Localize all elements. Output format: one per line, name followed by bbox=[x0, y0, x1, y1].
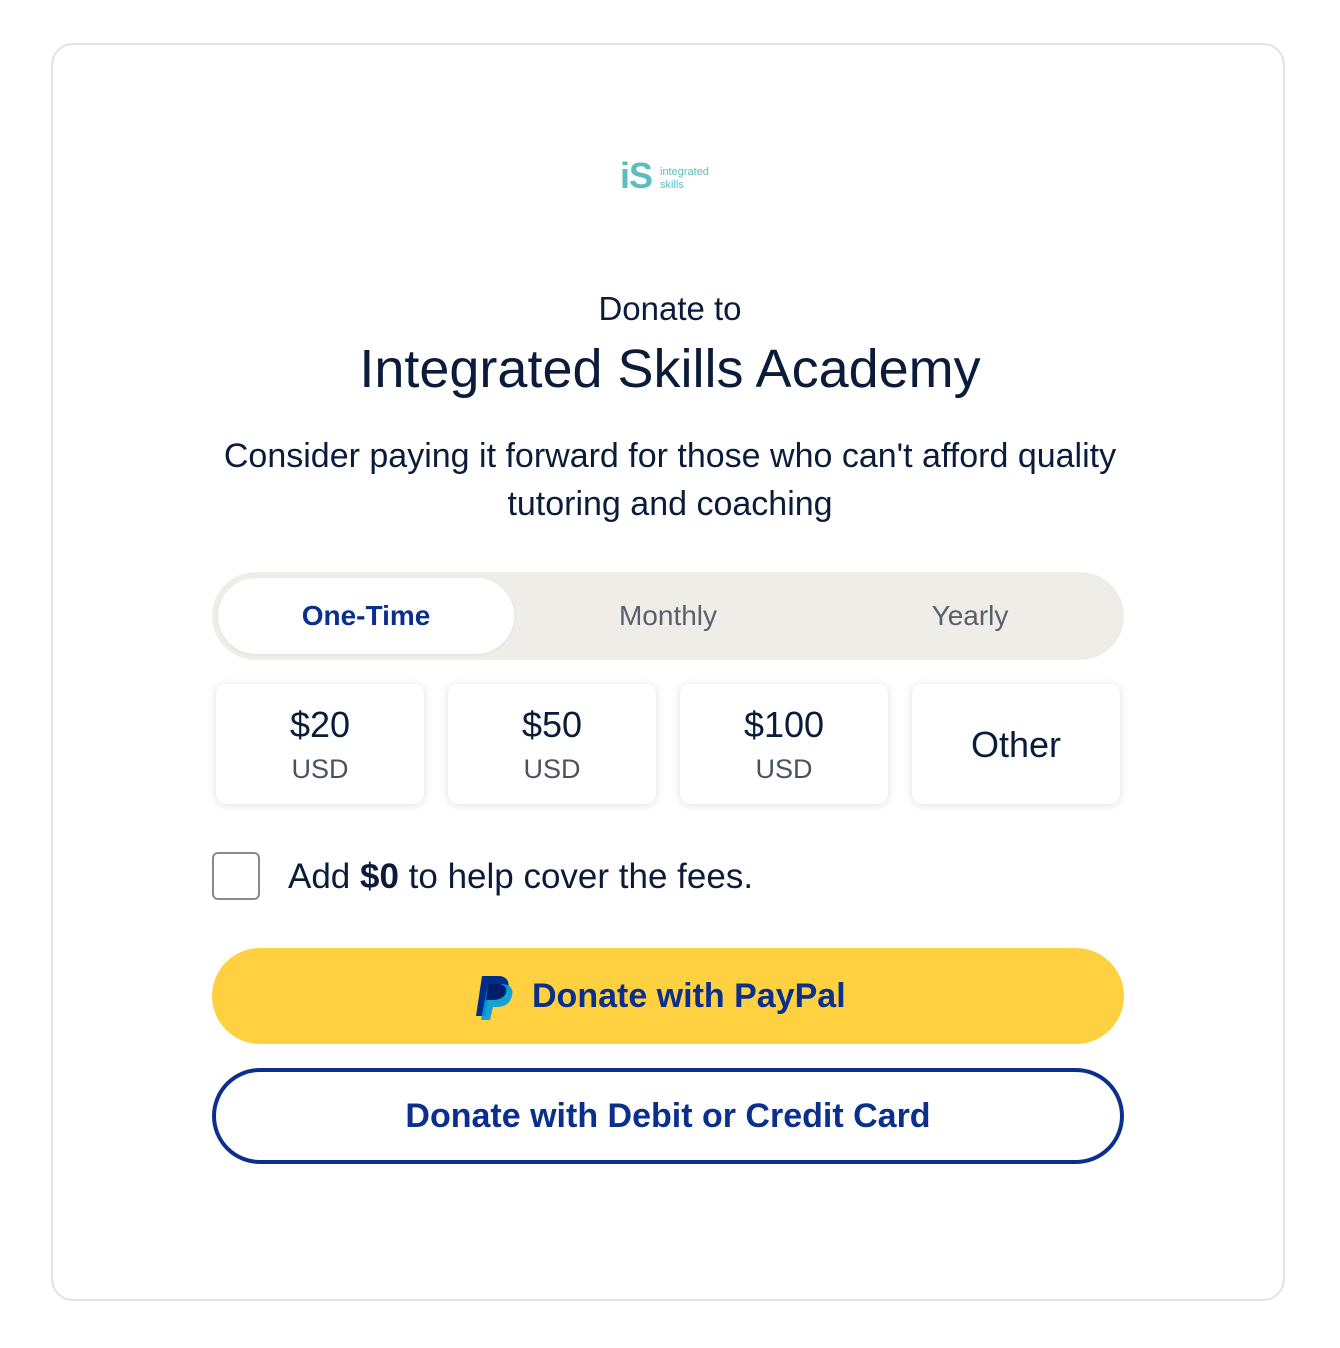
tab-one-time[interactable]: One-Time bbox=[218, 578, 514, 654]
organization-name: Integrated Skills Academy bbox=[359, 339, 981, 399]
tab-yearly[interactable]: Yearly bbox=[822, 578, 1118, 654]
logo-mark: iS bbox=[620, 155, 653, 196]
amount-other-label: Other bbox=[970, 724, 1062, 765]
fee-amount: $0 bbox=[360, 857, 399, 896]
amount-option-50[interactable]: $50 USD bbox=[448, 684, 656, 804]
amount-option-other[interactable]: Other bbox=[912, 684, 1120, 804]
frequency-toggle: One-Time Monthly Yearly bbox=[212, 572, 1124, 660]
tab-monthly[interactable]: Monthly bbox=[520, 578, 816, 654]
amount-option-20[interactable]: $20 USD bbox=[216, 684, 424, 804]
amount-value: $50 bbox=[521, 704, 583, 745]
subtitle: Consider paying it forward for those who… bbox=[223, 437, 1117, 523]
organization-logo: iS integrated skills bbox=[620, 155, 720, 197]
logo-text: integrated skills bbox=[660, 166, 709, 192]
cover-fees-label: Add $0 to help cover the fees. bbox=[288, 856, 753, 898]
amount-currency: USD bbox=[291, 754, 349, 784]
fee-prefix: Add bbox=[288, 857, 360, 896]
donate-paypal-button[interactable]: Donate with PayPal bbox=[212, 948, 1124, 1044]
logo-text-line1: integrated bbox=[660, 166, 709, 178]
amount-value: $100 bbox=[743, 704, 825, 745]
donate-to-label: Donate to bbox=[598, 290, 742, 327]
amount-option-100[interactable]: $100 USD bbox=[680, 684, 888, 804]
paypal-icon bbox=[476, 976, 513, 1020]
cover-fees-checkbox[interactable] bbox=[212, 852, 260, 900]
logo-text-line2: skills bbox=[660, 179, 684, 191]
amount-currency: USD bbox=[523, 754, 581, 784]
amount-currency: USD bbox=[755, 754, 813, 784]
donate-paypal-label: Donate with PayPal bbox=[532, 977, 846, 1015]
donate-card-button[interactable]: Donate with Debit or Credit Card bbox=[212, 1068, 1124, 1164]
fee-suffix: to help cover the fees. bbox=[398, 857, 754, 896]
amount-value: $20 bbox=[289, 704, 351, 745]
